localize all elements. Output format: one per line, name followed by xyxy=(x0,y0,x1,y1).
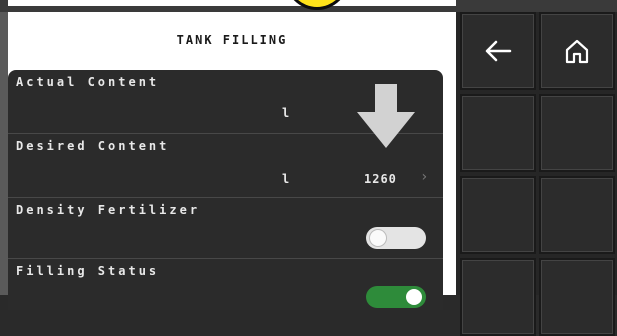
softkey-empty[interactable] xyxy=(460,258,536,336)
softkey-empty[interactable] xyxy=(460,94,536,172)
row-density-fertilizer: Density Fertilizer xyxy=(8,198,443,258)
row-label: Filling Status xyxy=(16,264,160,278)
top-light-bar xyxy=(8,0,456,6)
density-fertilizer-toggle[interactable] xyxy=(366,227,426,249)
row-filling-status: Filling Status xyxy=(8,259,443,310)
row-label: Density Fertilizer xyxy=(16,203,201,217)
chevron-right-icon: › xyxy=(420,169,429,185)
home-button[interactable] xyxy=(539,12,615,90)
row-label: Desired Content xyxy=(16,139,170,153)
screen-left-edge xyxy=(0,12,8,295)
row-label: Actual Content xyxy=(16,75,160,89)
arrow-left-icon xyxy=(485,40,512,62)
filling-status-toggle[interactable] xyxy=(366,286,426,308)
unit-label: l xyxy=(282,172,290,186)
toggle-knob xyxy=(370,230,386,246)
softkey-empty[interactable] xyxy=(539,94,615,172)
back-button[interactable] xyxy=(460,12,536,90)
home-icon xyxy=(565,39,589,64)
softkey-empty[interactable] xyxy=(460,176,536,254)
softkey-empty[interactable] xyxy=(539,258,615,336)
unit-label: l xyxy=(282,106,290,120)
desired-content-value[interactable]: 1260 xyxy=(364,172,397,186)
softkey-empty[interactable] xyxy=(539,176,615,254)
page-title: TANK FILLING xyxy=(176,33,288,47)
arrow-down-icon xyxy=(357,84,415,148)
softkey-bar xyxy=(456,12,617,336)
toggle-knob xyxy=(406,289,422,305)
